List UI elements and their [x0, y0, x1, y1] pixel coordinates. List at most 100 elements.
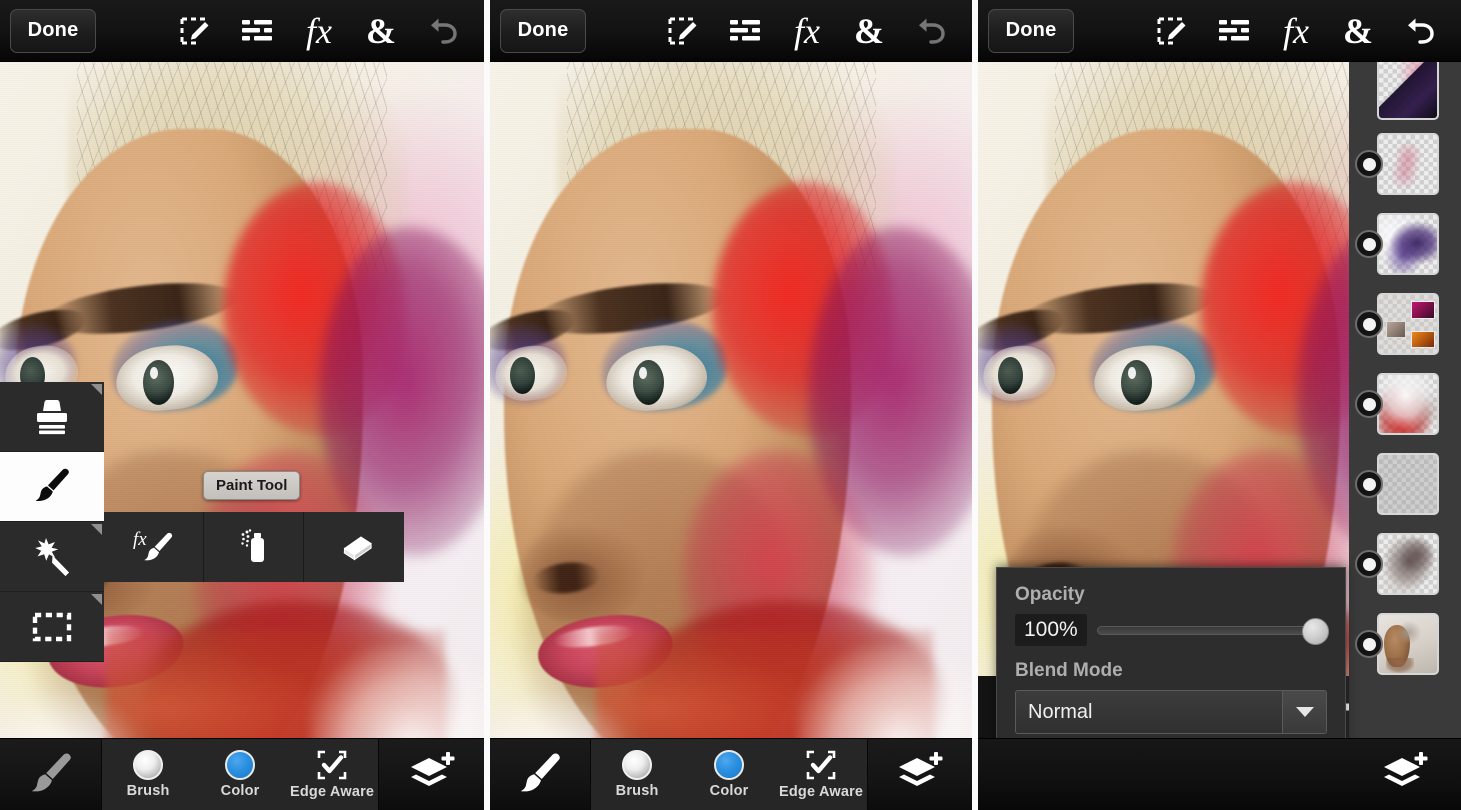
- eraser-icon: [343, 536, 372, 561]
- layer-visibility-toggle[interactable]: [1355, 310, 1383, 338]
- top-toolbar-1: Done fx &: [0, 0, 484, 62]
- tool-palette: [0, 382, 104, 662]
- selection-edit-icon[interactable]: [164, 4, 226, 58]
- brush-swatch: [622, 750, 653, 780]
- done-button[interactable]: Done: [500, 8, 586, 53]
- fx-brush-icon: fx: [133, 529, 172, 561]
- spray-can-tool[interactable]: [204, 512, 304, 582]
- add-layer-button-3[interactable]: [1349, 739, 1461, 810]
- tool-options-group-2: Brush Color Edge Aware: [590, 738, 869, 810]
- fx-brush-tool[interactable]: fx: [104, 512, 204, 582]
- layer-visibility-toggle[interactable]: [1355, 230, 1383, 258]
- clone-stamp-tool[interactable]: [0, 382, 104, 452]
- add-layer-icon: [899, 751, 943, 786]
- layer-row[interactable]: [1349, 444, 1461, 524]
- edge-aware-label: Edge Aware: [289, 784, 375, 800]
- layer-row[interactable]: [1349, 604, 1461, 684]
- layer-visibility-toggle[interactable]: [1355, 630, 1383, 658]
- done-button[interactable]: Done: [10, 8, 96, 53]
- edge-aware-option[interactable]: Edge Aware: [286, 749, 378, 800]
- ampersand-glyph: &: [366, 10, 396, 51]
- layer-visibility-toggle[interactable]: [1355, 550, 1383, 578]
- layers-panel[interactable]: [1349, 62, 1461, 810]
- color-option[interactable]: Color: [683, 750, 775, 799]
- layer-row[interactable]: [1349, 124, 1461, 204]
- canvas-2[interactable]: [490, 62, 972, 810]
- current-tool-button-2[interactable]: [490, 739, 590, 810]
- ampersand-glyph: &: [854, 10, 884, 51]
- fx-icon[interactable]: fx: [288, 4, 350, 58]
- opacity-label: Opacity: [1015, 584, 1085, 605]
- brush-icon: [31, 753, 71, 791]
- ampersand-icon[interactable]: &: [1327, 4, 1389, 58]
- tool-options-group-1: Brush Color Edge Aware: [101, 738, 380, 810]
- layer-thumbnail-2[interactable]: [1377, 533, 1439, 595]
- layer-row[interactable]: [1349, 364, 1461, 444]
- layer-visibility-toggle[interactable]: [1355, 470, 1383, 498]
- flyout-indicator-icon: [91, 594, 102, 605]
- fx-icon[interactable]: fx: [776, 4, 838, 58]
- eraser-tool[interactable]: [304, 512, 404, 582]
- bottom-bar-3: [978, 738, 1461, 810]
- selection-edit-icon[interactable]: [652, 4, 714, 58]
- color-swatch: [225, 750, 256, 780]
- selection-edit-icon[interactable]: [1141, 4, 1203, 58]
- fx-glyph: fx: [1283, 10, 1309, 51]
- layer-row[interactable]: [1349, 62, 1461, 124]
- layer-thumbnail-8[interactable]: [1377, 62, 1439, 120]
- rect-marquee-icon: [32, 612, 72, 641]
- bottom-bar-2: Brush Color Edge Aware: [490, 738, 972, 810]
- fx-icon[interactable]: fx: [1265, 4, 1327, 58]
- layer-row[interactable]: [1349, 204, 1461, 284]
- layer-visibility-toggle[interactable]: [1355, 150, 1383, 178]
- svg-text:fx: fx: [133, 529, 147, 550]
- brush-swatch: [133, 750, 164, 780]
- add-layer-button-2[interactable]: [868, 739, 972, 810]
- clone-stamp-icon: [37, 399, 67, 434]
- layer-thumbnail-7[interactable]: [1377, 133, 1439, 195]
- layer-visibility-toggle[interactable]: [1355, 390, 1383, 418]
- ampersand-icon[interactable]: &: [350, 4, 412, 58]
- bottom-bar-1: Brush Color Edge Aware: [0, 738, 484, 810]
- edge-aware-option[interactable]: Edge Aware: [775, 749, 867, 800]
- current-tool-button-1[interactable]: [0, 739, 101, 810]
- paint-tool[interactable]: [0, 452, 104, 522]
- slider-thumb[interactable]: [1302, 618, 1329, 645]
- layer-thumbnail-6[interactable]: [1377, 213, 1439, 275]
- add-layer-icon: [410, 751, 455, 786]
- done-button[interactable]: Done: [988, 8, 1074, 53]
- adjustments-icon[interactable]: [226, 4, 288, 58]
- brush-option[interactable]: Brush: [102, 750, 194, 799]
- brush-icon: [520, 753, 560, 791]
- selection-tool[interactable]: [0, 592, 104, 662]
- undo-icon[interactable]: [900, 4, 962, 58]
- blend-mode-select[interactable]: Normal: [1015, 690, 1327, 734]
- color-option-label: Color: [220, 783, 260, 799]
- layer-row[interactable]: [1349, 284, 1461, 364]
- brush-option[interactable]: Brush: [591, 750, 683, 799]
- layer-thumbnail-4[interactable]: [1377, 373, 1439, 435]
- opacity-row: 100%: [1015, 614, 1329, 646]
- add-layer-icon: [1384, 751, 1428, 786]
- layer-thumbnail-5[interactable]: [1377, 293, 1439, 355]
- magic-wand-tool[interactable]: [0, 522, 104, 592]
- adjustments-icon[interactable]: [714, 4, 776, 58]
- fx-glyph: fx: [794, 10, 820, 51]
- undo-icon[interactable]: [1389, 4, 1451, 58]
- layer-row[interactable]: [1349, 524, 1461, 604]
- opacity-value[interactable]: 100%: [1015, 614, 1087, 646]
- opacity-slider[interactable]: [1096, 618, 1329, 645]
- artwork-composite-2: [490, 62, 972, 810]
- layer-thumbnail-3[interactable]: [1377, 453, 1439, 515]
- paint-tool-tooltip: Paint Tool: [203, 471, 301, 500]
- layer-thumbnail-1[interactable]: [1377, 613, 1439, 675]
- color-option[interactable]: Color: [194, 750, 286, 799]
- blend-mode-value: Normal: [1028, 700, 1093, 723]
- add-layer-button-1[interactable]: [379, 739, 484, 810]
- paint-brush-icon: [35, 468, 69, 501]
- adjustments-icon[interactable]: [1203, 4, 1265, 58]
- undo-icon[interactable]: [412, 4, 474, 58]
- ampersand-glyph: &: [1343, 10, 1373, 51]
- ampersand-icon[interactable]: &: [838, 4, 900, 58]
- chevron-down-icon[interactable]: [1282, 691, 1326, 733]
